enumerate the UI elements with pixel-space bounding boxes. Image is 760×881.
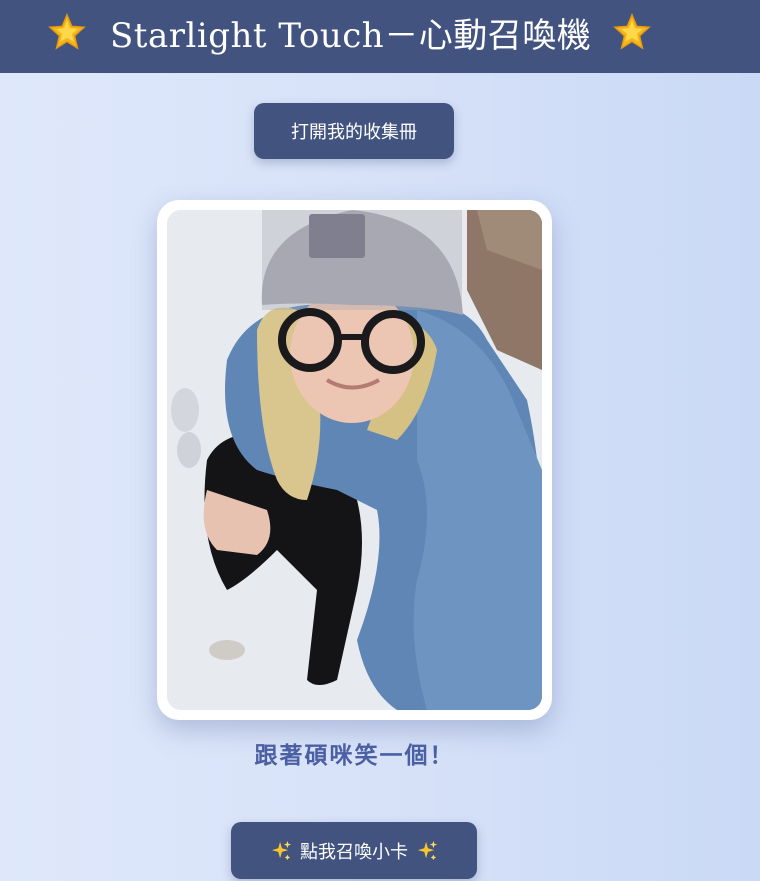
card-caption: 跟著碩咪笑一個！ [254, 742, 455, 769]
sparkles-icon [270, 840, 292, 862]
app-header: Starlight Touch－心動召喚機 [0, 0, 760, 73]
summon-card-label: 點我召喚小卡 [300, 841, 408, 863]
sparkles-icon [416, 840, 438, 862]
photo-card [157, 200, 552, 720]
summon-card-button[interactable]: 點我召喚小卡 [231, 822, 477, 879]
open-collection-button[interactable]: 打開我的收集冊 [254, 103, 454, 159]
page-title: Starlight Touch－心動召喚機 [110, 15, 592, 56]
open-collection-label: 打開我的收集冊 [291, 122, 417, 143]
glowing-star-icon [613, 13, 652, 51]
photo-card-image [167, 210, 542, 710]
header-title-row: Starlight Touch－心動召喚機 [48, 8, 652, 56]
glowing-star-icon [48, 13, 86, 51]
